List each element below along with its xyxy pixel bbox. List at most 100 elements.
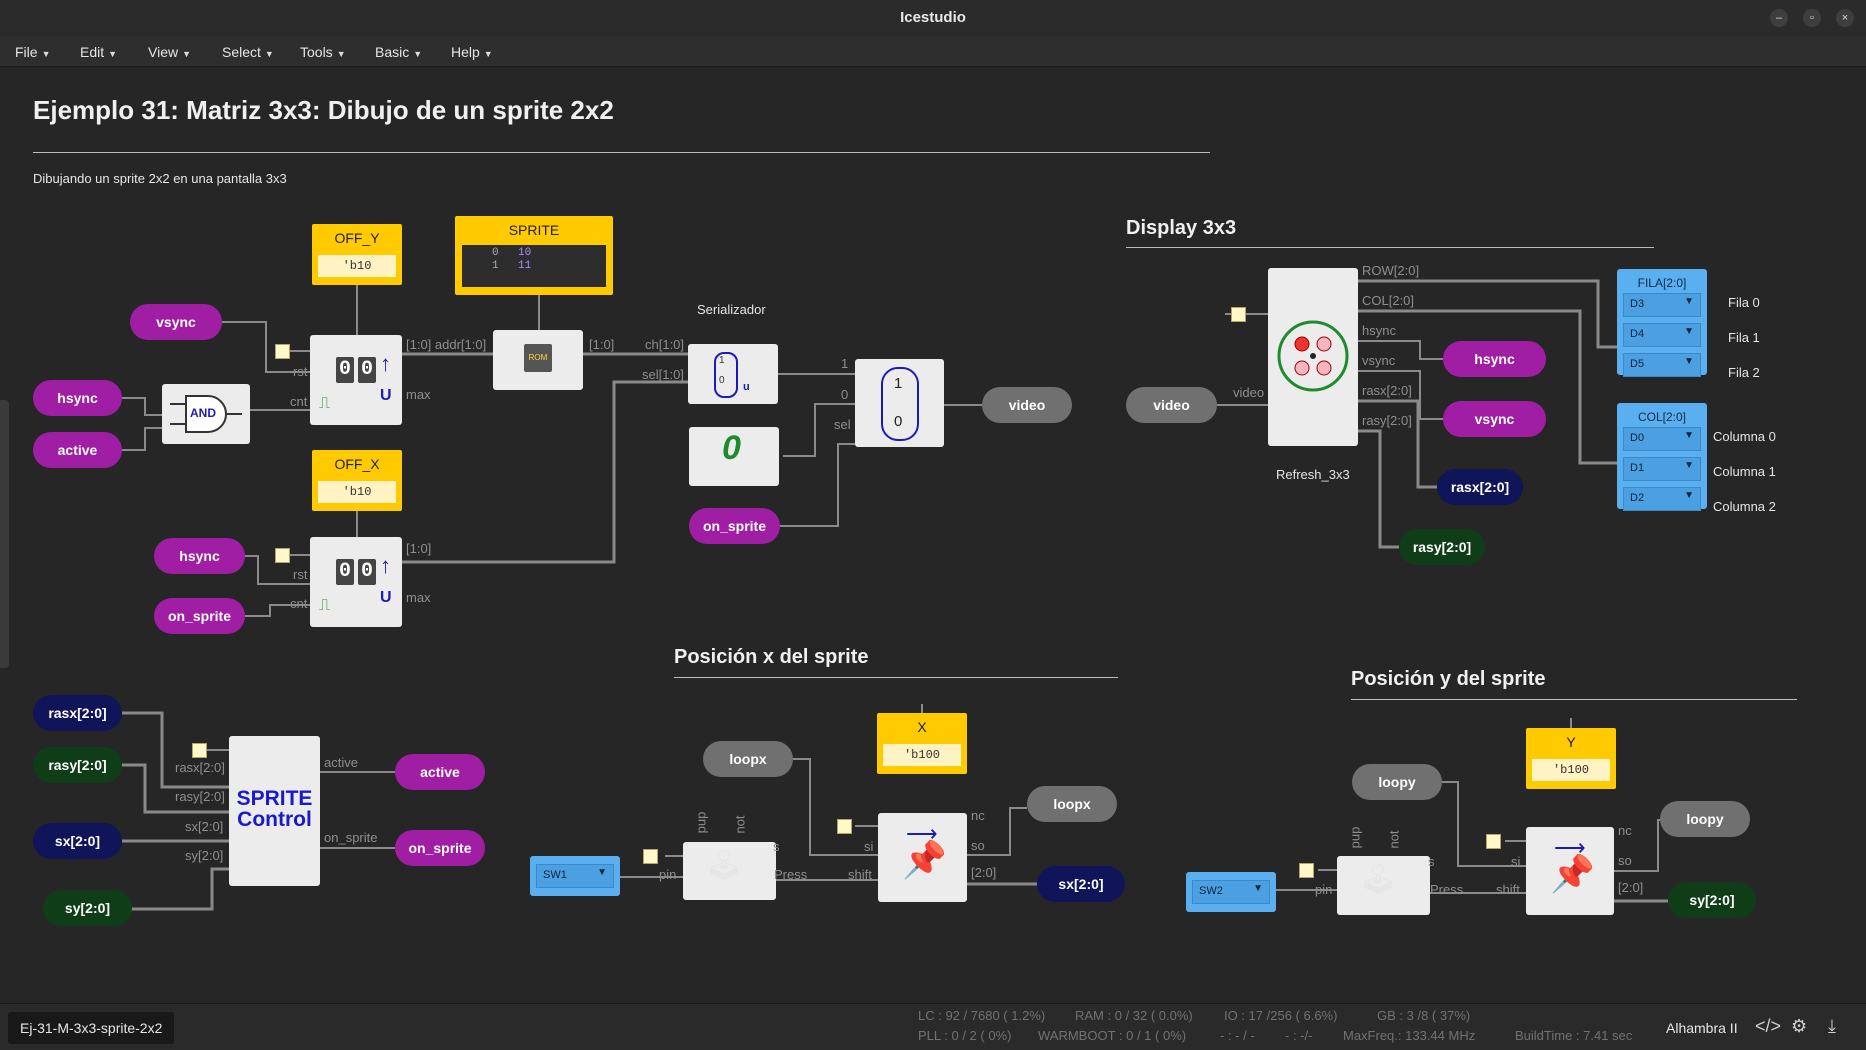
clock-input[interactable]: [275, 344, 290, 359]
menu-view[interactable]: View ▼: [148, 44, 191, 60]
video-input[interactable]: video: [1126, 387, 1217, 423]
stat-warmboot: WARMBOOT : 0 / 1 ( 0%): [1038, 1028, 1187, 1043]
clock-input[interactable]: [1231, 307, 1246, 322]
fpga-output-fila[interactable]: FILA[2:0] D3 ▼ D4 ▼ D5 ▼: [1617, 269, 1707, 377]
rasy-input[interactable]: rasy[2:0]: [33, 747, 122, 783]
design-canvas[interactable]: Ejemplo 31: Matriz 3x3: Dibujo de un spr…: [0, 67, 1866, 1003]
wire-label-addr: [1:0] addr[1:0]: [406, 337, 487, 352]
board-selector[interactable]: Alhambra II: [1666, 1020, 1738, 1036]
caret-down-icon: ▼: [413, 49, 423, 59]
pin-select[interactable]: D5 ▼: [1623, 353, 1701, 377]
pin-select[interactable]: SW2 ▼: [1192, 880, 1270, 904]
counter-block-1[interactable]: 0 0 ↑ ⎍ U: [310, 335, 402, 425]
menu-file[interactable]: File ▼: [15, 44, 50, 60]
fpga-input-sw2[interactable]: SW2 ▼: [1186, 872, 1276, 912]
param-off-y[interactable]: OFF_Y 'b10: [312, 224, 402, 285]
wire-label-sc-sy: sy[2:0]: [185, 848, 224, 863]
sx-input[interactable]: sx[2:0]: [33, 823, 122, 859]
menu-edit[interactable]: Edit ▼: [80, 44, 117, 60]
loopy-output[interactable]: loopy: [1660, 801, 1750, 837]
menu-select[interactable]: Select ▼: [222, 44, 274, 60]
serializer-bottom: 0: [719, 375, 725, 386]
loopy-input[interactable]: loopy: [1352, 764, 1442, 800]
counter-block-2[interactable]: 0 0 ↑ ⎍ U: [310, 537, 402, 627]
sprite-control-block[interactable]: SPRITE Control: [229, 736, 320, 886]
menu-basic[interactable]: Basic ▼: [375, 44, 422, 60]
fpga-input-sw1[interactable]: SW1 ▼: [530, 856, 620, 896]
button-block-y[interactable]: 🕹: [1337, 856, 1430, 915]
clock-input[interactable]: [275, 548, 290, 563]
rasx-output[interactable]: rasx[2:0]: [1437, 469, 1523, 505]
pin-select[interactable]: D4 ▼: [1623, 323, 1701, 347]
param-value[interactable]: 'b100: [883, 744, 961, 766]
active-output[interactable]: active: [395, 754, 485, 790]
on-sprite-output[interactable]: on_sprite: [395, 830, 485, 866]
on-sprite-input[interactable]: on_sprite: [154, 598, 245, 634]
rasy-output[interactable]: rasy[2:0]: [1399, 529, 1485, 565]
minimize-icon[interactable]: –: [1770, 9, 1788, 27]
loopx-output[interactable]: loopx: [1027, 786, 1117, 822]
refresh-3x3-block[interactable]: [1268, 268, 1358, 446]
param-value[interactable]: 'b10: [318, 481, 396, 503]
caret-down-icon: ▼: [1684, 296, 1694, 307]
caret-down-icon: ▼: [182, 49, 192, 59]
caret-down-icon: ▼: [264, 49, 274, 59]
menu-help[interactable]: Help ▼: [451, 44, 493, 60]
side-toolbar[interactable]: [0, 400, 9, 668]
param-x[interactable]: X 'b100: [877, 713, 967, 774]
and-gate[interactable]: AND: [162, 384, 250, 444]
serializer-block[interactable]: 1 0 u: [688, 344, 778, 404]
caret-down-icon: ▼: [1684, 356, 1694, 367]
gear-icon[interactable]: ⚙: [1791, 1016, 1807, 1037]
constant-zero-block[interactable]: 0: [689, 427, 779, 486]
clock-input[interactable]: [643, 849, 658, 864]
shift-register-x[interactable]: ⟶ 📌: [878, 813, 967, 902]
rom-block[interactable]: ROM: [493, 330, 583, 390]
param-off-x[interactable]: OFF_X 'b10: [312, 450, 402, 511]
loopx-input[interactable]: loopx: [703, 741, 793, 777]
menu-tools[interactable]: Tools ▼: [300, 44, 346, 60]
pin-select[interactable]: D1 ▼: [1623, 457, 1701, 481]
caret-down-icon: ▼: [597, 867, 607, 878]
pin-select[interactable]: SW1 ▼: [536, 864, 614, 888]
clock-input[interactable]: [1486, 834, 1501, 849]
upload-icon[interactable]: ⤓: [1828, 1016, 1836, 1037]
param-value[interactable]: 'b10: [318, 255, 396, 277]
stat-ram: RAM : 0 / 32 ( 0.0%): [1075, 1008, 1193, 1023]
vsync-output[interactable]: vsync: [1443, 401, 1546, 437]
hsync-output[interactable]: hsync: [1443, 341, 1546, 377]
param-name: Y: [1566, 734, 1576, 750]
sx-output[interactable]: sx[2:0]: [1037, 866, 1125, 902]
project-tab[interactable]: Ej-31-M-3x3-sprite-2x2: [8, 1012, 175, 1044]
wire-label-mux0: 0: [841, 387, 849, 402]
on-sprite-mux-input[interactable]: on_sprite: [689, 508, 780, 544]
fpga-output-col[interactable]: COL[2:0] D0 ▼ D1 ▼ D2 ▼: [1617, 403, 1707, 511]
pin-select[interactable]: D3 ▼: [1623, 293, 1701, 317]
pin-select[interactable]: D2 ▼: [1623, 487, 1701, 511]
constant-zero-digit: 0: [722, 429, 741, 467]
button-block-x[interactable]: 🕹: [683, 842, 776, 900]
memory-editor[interactable]: 0 10 1 11: [462, 245, 606, 287]
hsync-input[interactable]: hsync: [33, 380, 122, 416]
sy-input[interactable]: sy[2:0]: [43, 890, 132, 926]
counter-up-icon: ↑: [380, 351, 391, 376]
pin-select[interactable]: D0 ▼: [1623, 427, 1701, 451]
restore-icon[interactable]: ▫: [1803, 9, 1821, 27]
sy-output[interactable]: sy[2:0]: [1668, 882, 1756, 918]
vsync-input[interactable]: vsync: [130, 304, 222, 340]
param-sprite-memory[interactable]: SPRITE 0 10 1 11: [455, 216, 613, 295]
shift-register-y[interactable]: ⟶ 📌: [1526, 827, 1614, 915]
code-icon[interactable]: </>: [1755, 1016, 1781, 1037]
caret-down-icon: ▼: [41, 49, 51, 59]
clock-input[interactable]: [1299, 863, 1314, 878]
close-icon[interactable]: ×: [1836, 9, 1854, 27]
rasx-input[interactable]: rasx[2:0]: [33, 695, 122, 731]
param-y[interactable]: Y 'b100: [1526, 728, 1616, 789]
param-value[interactable]: 'b100: [1532, 759, 1610, 781]
video-output[interactable]: video: [982, 387, 1072, 423]
clock-input[interactable]: [192, 743, 207, 758]
clock-input[interactable]: [837, 819, 852, 834]
active-input[interactable]: active: [33, 432, 122, 468]
mux-block[interactable]: 1 0: [855, 359, 944, 447]
hsync-input-2[interactable]: hsync: [154, 538, 245, 574]
